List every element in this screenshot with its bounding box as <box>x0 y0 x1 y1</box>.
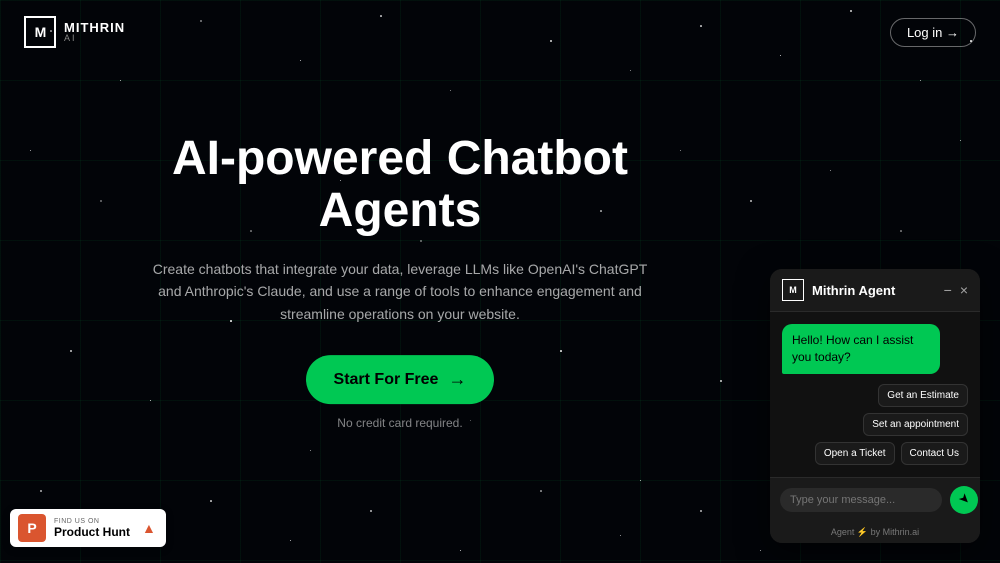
star <box>640 480 641 481</box>
star <box>30 150 31 151</box>
ph-logo-char: P <box>27 520 36 536</box>
cta-arrow-icon: → <box>448 369 466 390</box>
logo-icon: M <box>24 16 56 48</box>
star <box>750 200 752 202</box>
star <box>620 535 621 536</box>
chat-header: M Mithrin Agent − × <box>770 269 980 312</box>
cta-label: Start For Free <box>334 371 439 389</box>
star <box>370 510 372 512</box>
ph-find-text: FIND US ON <box>54 518 130 525</box>
star <box>540 490 542 492</box>
star <box>920 80 921 81</box>
star <box>100 200 102 202</box>
chat-option-button[interactable]: Set an appointment <box>863 413 968 436</box>
star <box>960 140 961 141</box>
brand-sub: AI <box>64 34 125 43</box>
chat-title: Mithrin Agent <box>812 283 936 298</box>
star <box>460 550 461 551</box>
chat-input-area: ➤ <box>770 477 980 522</box>
hero-title: AI-powered Chatbot Agents <box>150 133 650 239</box>
chat-input[interactable] <box>780 488 942 512</box>
star <box>310 450 311 451</box>
star <box>120 80 121 81</box>
star <box>830 170 831 171</box>
chat-option-button[interactable]: Contact Us <box>901 442 968 465</box>
send-button[interactable]: ➤ <box>950 486 978 514</box>
star <box>70 350 72 352</box>
close-button[interactable]: × <box>960 283 968 297</box>
chat-logo-icon: M <box>782 279 804 301</box>
chat-body: Hello! How can I assist you today? Get a… <box>770 312 980 477</box>
header: M MITHRIN AI Log in → <box>0 0 1000 64</box>
star <box>900 230 902 232</box>
chat-options: Get an Estimate Set an appointment Open a … <box>782 384 968 465</box>
chat-widget: M Mithrin Agent − × Hello! How can I ass… <box>770 269 980 543</box>
star <box>290 540 291 541</box>
chat-footer: Agent ⚡ by Mithrin.ai <box>770 522 980 543</box>
ph-text-block: FIND US ON Product Hunt <box>54 518 130 539</box>
chat-header-actions: − × <box>944 283 968 297</box>
star <box>680 150 681 151</box>
product-hunt-badge[interactable]: P FIND US ON Product Hunt ▲ <box>10 509 166 547</box>
minimize-button[interactable]: − <box>944 283 952 297</box>
chat-option-button[interactable]: Open a Ticket <box>815 442 895 465</box>
hero-description: Create chatbots that integrate your data… <box>150 258 650 325</box>
send-icon: ➤ <box>954 489 973 508</box>
ph-arrow-icon: ▲ <box>142 520 156 536</box>
star <box>700 510 702 512</box>
star <box>630 70 631 71</box>
star <box>720 380 722 382</box>
chat-option-button[interactable]: Get an Estimate <box>878 384 968 407</box>
logo: M MITHRIN AI <box>24 16 125 48</box>
cta-button[interactable]: Start For Free → <box>306 355 495 404</box>
login-button[interactable]: Log in → <box>890 18 976 47</box>
star <box>210 500 212 502</box>
star <box>760 550 761 551</box>
no-credit-text: No credit card required. <box>150 416 650 430</box>
ph-name: Product Hunt <box>54 525 130 539</box>
star <box>450 90 451 91</box>
logo-text: MITHRIN AI <box>64 21 125 43</box>
product-hunt-logo: P <box>18 514 46 542</box>
chat-bubble: Hello! How can I assist you today? <box>782 324 940 374</box>
star <box>40 490 42 492</box>
hero-section: AI-powered Chatbot Agents Create chatbot… <box>150 133 650 431</box>
